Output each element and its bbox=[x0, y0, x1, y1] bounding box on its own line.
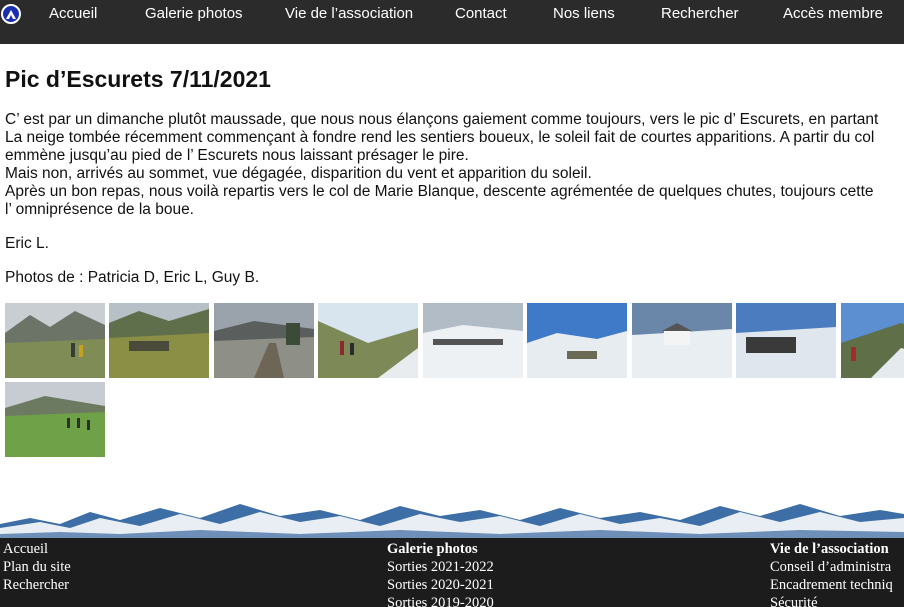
footer-link-encadrement[interactable]: Encadrement techniq bbox=[770, 576, 893, 594]
gallery-thumbnail[interactable] bbox=[5, 303, 105, 378]
footer-heading-galerie[interactable]: Galerie photos bbox=[387, 540, 494, 558]
photo-gallery bbox=[5, 303, 904, 463]
footer-column-galerie: Galerie photos Sorties 2021-2022 Sorties… bbox=[387, 540, 494, 607]
association-logo-icon[interactable] bbox=[1, 4, 21, 24]
footer-heading-association[interactable]: Vie de l’association bbox=[770, 540, 893, 558]
article-author: Eric L. bbox=[5, 235, 49, 252]
gallery-thumbnail[interactable] bbox=[214, 303, 314, 378]
article-line: Mais non, arrivés au sommet, vue dégagée… bbox=[5, 165, 592, 182]
footer-link-rechercher[interactable]: Rechercher bbox=[3, 576, 71, 594]
article-line: Après un bon repas, nous voilà repartis … bbox=[5, 183, 874, 200]
page-title: Pic d’Escurets 7/11/2021 bbox=[5, 66, 271, 92]
site-footer: Accueil Plan du site Rechercher Galerie … bbox=[0, 538, 904, 607]
gallery-thumbnail[interactable] bbox=[423, 303, 523, 378]
article-line: C’ est par un dimanche plutôt maussade, … bbox=[5, 111, 879, 128]
nav-item-contact[interactable]: Contact bbox=[455, 0, 507, 28]
gallery-thumbnail[interactable] bbox=[632, 303, 732, 378]
footer-link-sorties-2021-2022[interactable]: Sorties 2021-2022 bbox=[387, 558, 494, 576]
footer-link-sorties-2019-2020[interactable]: Sorties 2019-2020 bbox=[387, 594, 494, 607]
footer-link-sorties-2020-2021[interactable]: Sorties 2020-2021 bbox=[387, 576, 494, 594]
gallery-thumbnail[interactable] bbox=[527, 303, 627, 378]
photo-credits: Photos de : Patricia D, Eric L, Guy B. bbox=[5, 269, 260, 286]
gallery-thumbnail[interactable] bbox=[5, 382, 105, 457]
top-navigation: Accueil Galerie photos Vie de l’associat… bbox=[0, 0, 904, 44]
footer-column-association: Vie de l’association Conseil d’administr… bbox=[770, 540, 893, 607]
nav-item-nos-liens[interactable]: Nos liens bbox=[553, 0, 615, 28]
nav-item-galerie-photos[interactable]: Galerie photos bbox=[145, 0, 243, 28]
article-line: l’ omniprésence de la boue. bbox=[5, 201, 194, 218]
footer-link-accueil[interactable]: Accueil bbox=[3, 540, 71, 558]
article-line: La neige tombée récemment commençant à f… bbox=[5, 129, 875, 146]
footer-link-conseil[interactable]: Conseil d’administra bbox=[770, 558, 893, 576]
gallery-thumbnail[interactable] bbox=[841, 303, 904, 378]
gallery-thumbnail[interactable] bbox=[736, 303, 836, 378]
footer-link-plan-du-site[interactable]: Plan du site bbox=[3, 558, 71, 576]
mountain-panorama-image bbox=[0, 504, 904, 540]
gallery-thumbnail[interactable] bbox=[109, 303, 209, 378]
article-line: emmène jusqu’au pied de l’ Escurets nous… bbox=[5, 147, 469, 164]
gallery-thumbnail[interactable] bbox=[318, 303, 418, 378]
nav-item-rechercher[interactable]: Rechercher bbox=[661, 0, 739, 28]
footer-link-securite[interactable]: Sécurité bbox=[770, 594, 893, 607]
nav-item-vie-association[interactable]: Vie de l’association bbox=[285, 0, 413, 28]
article-text: C’ est par un dimanche plutôt maussade, … bbox=[5, 111, 904, 219]
nav-item-accueil[interactable]: Accueil bbox=[49, 0, 97, 28]
nav-item-acces-membre[interactable]: Accès membre bbox=[783, 0, 883, 28]
footer-column-site: Accueil Plan du site Rechercher bbox=[3, 540, 71, 594]
